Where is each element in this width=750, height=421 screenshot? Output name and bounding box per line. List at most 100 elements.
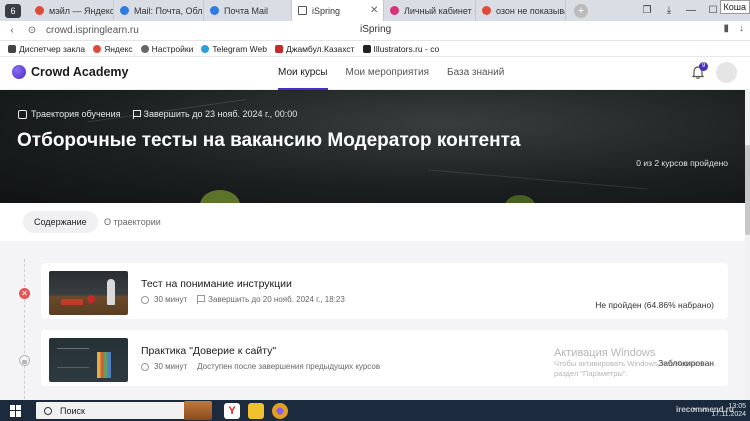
gear-icon bbox=[140, 44, 149, 53]
course-thumbnail bbox=[49, 338, 128, 382]
close-tab-icon[interactable]: ✕ bbox=[370, 5, 378, 16]
shield-icon[interactable]: ⊙ bbox=[24, 25, 40, 36]
content-tabs: Содержание О траектории bbox=[0, 203, 745, 241]
page-icon bbox=[298, 6, 307, 15]
bookmark-icon[interactable]: ▮ bbox=[723, 23, 729, 34]
course-thumbnail bbox=[49, 271, 128, 315]
browser-tab-active[interactable]: iSpring ✕ bbox=[292, 0, 384, 21]
tab-contents[interactable]: Содержание bbox=[23, 211, 98, 233]
ozon-icon bbox=[390, 6, 399, 15]
books-decoration bbox=[61, 299, 83, 305]
browser-tab[interactable]: мэйл — Яндекс: на bbox=[29, 0, 114, 21]
notification-badge: 9 bbox=[699, 62, 708, 71]
yandex-browser-icon[interactable]: Y bbox=[224, 402, 240, 419]
logo[interactable]: Crowd Academy bbox=[12, 65, 128, 79]
course-status: Не пройден (64.86% набрано) bbox=[595, 300, 714, 310]
mail-icon bbox=[210, 6, 219, 15]
browser-tab[interactable]: озон не показывает bbox=[476, 0, 566, 21]
windows-taskbar: Поиск Y ⌃ ◠ 13:05 17.11.2024 bbox=[0, 400, 750, 421]
page-title: Отборочные тесты на вакансию Модератор к… bbox=[17, 130, 521, 151]
apple-decoration bbox=[200, 190, 240, 203]
lock-icon bbox=[19, 355, 30, 366]
site-header: Crowd Academy Мои курсы Мои мероприятия … bbox=[0, 57, 750, 90]
yandex-icon bbox=[482, 6, 491, 15]
apple-decoration bbox=[87, 295, 95, 303]
tab-about-trajectory[interactable]: О траектории bbox=[104, 211, 161, 233]
bookmarks-manager-icon bbox=[8, 44, 16, 53]
page-scrollbar[interactable] bbox=[745, 90, 750, 400]
bookmark-item[interactable]: Telegram Web bbox=[201, 44, 267, 54]
bookmarks-bar: Диспетчер закла Яндекс Настройки Telegra… bbox=[0, 41, 750, 57]
tab-counter[interactable]: 6 bbox=[5, 3, 21, 18]
trajectory-label: Траектория обучения bbox=[31, 109, 121, 119]
telegram-icon bbox=[201, 44, 210, 53]
profile-tag[interactable]: Коша bbox=[719, 0, 750, 14]
bell-icon[interactable]: 9 bbox=[690, 62, 708, 81]
apple-decoration bbox=[505, 195, 535, 203]
flag-icon bbox=[197, 295, 206, 304]
yandex-icon bbox=[93, 44, 102, 53]
yandex-icon bbox=[35, 6, 44, 15]
tabs-icon[interactable]: ❐ bbox=[636, 5, 658, 16]
course-duration: 30 минут bbox=[154, 362, 188, 371]
download-icon[interactable]: ⤓ bbox=[658, 5, 680, 16]
pencils-decoration bbox=[97, 352, 111, 378]
bookmark-item[interactable]: Яндекс bbox=[93, 44, 133, 54]
scrollbar-thumb[interactable] bbox=[745, 145, 750, 235]
rocket-decoration bbox=[107, 279, 115, 305]
top-nav: Мои курсы Мои мероприятия База знаний bbox=[278, 57, 522, 90]
mail-icon bbox=[120, 6, 129, 15]
flag-icon bbox=[132, 109, 141, 119]
clock-icon bbox=[141, 295, 149, 304]
address-bar-row: ‹ ⊙ crowd.ispringlearn.ru iSpring ▮ ↓ bbox=[0, 21, 750, 41]
address-actions: ▮ ↓ bbox=[723, 23, 744, 34]
logo-icon bbox=[12, 65, 26, 79]
bookmark-item[interactable]: Диспетчер закла bbox=[8, 44, 85, 54]
browser-tab[interactable]: Личный кабинет - О bbox=[384, 0, 476, 21]
window-controls: ❐ ⤓ — ☐ bbox=[636, 0, 724, 21]
bookmark-item[interactable]: Джамбул.Казахст bbox=[275, 44, 355, 54]
course-availability: Доступен после завершения предыдущих кур… bbox=[197, 362, 381, 371]
course-meta: 30 минут Доступен после завершения преды… bbox=[141, 362, 380, 371]
nav-my-courses[interactable]: Мои курсы bbox=[278, 57, 328, 90]
clock-icon bbox=[141, 362, 149, 371]
address-url[interactable]: crowd.ispringlearn.ru bbox=[46, 25, 139, 36]
browser-tab[interactable]: Mail: Почта, Облако bbox=[114, 0, 204, 21]
course-title[interactable]: Практика "Доверие к сайту" bbox=[141, 345, 276, 357]
nav-my-events[interactable]: Мои мероприятия bbox=[346, 57, 430, 90]
chalk-decoration bbox=[57, 348, 89, 368]
minimize-icon[interactable]: — bbox=[680, 5, 702, 16]
download-arrow-icon[interactable]: ↓ bbox=[739, 23, 744, 34]
trajectory-icon bbox=[18, 109, 27, 119]
illustrators-icon bbox=[362, 44, 371, 53]
browser-tab-strip: 6 мэйл — Яндекс: на Mail: Почта, Облако … bbox=[0, 0, 750, 21]
course-title[interactable]: Тест на понимание инструкции bbox=[141, 278, 292, 290]
hero-banner: Траектория обучения Завершить до 23 нояб… bbox=[0, 90, 745, 203]
bookmark-item[interactable]: Настройки bbox=[140, 44, 193, 54]
news-icon bbox=[275, 44, 284, 53]
bookmark-item[interactable]: Illustrators.ru - со bbox=[362, 44, 439, 54]
failed-status-icon: ✕ bbox=[19, 288, 30, 299]
course-card[interactable]: Тест на понимание инструкции 30 минут За… bbox=[41, 263, 728, 319]
hero-meta: Траектория обучения Завершить до 23 нояб… bbox=[18, 109, 297, 119]
nav-knowledge-base[interactable]: База знаний bbox=[447, 57, 504, 90]
course-deadline: Завершить до 20 нояб. 2024 г., 18:23 bbox=[208, 295, 345, 304]
course-duration: 30 минут bbox=[154, 295, 188, 304]
page-title-label: iSpring bbox=[360, 24, 392, 35]
browser-tab[interactable]: Почта Mail bbox=[204, 0, 292, 21]
windows-activation-watermark: Активация Windows Чтобы активировать Win… bbox=[554, 347, 705, 378]
course-meta: 30 минут Завершить до 20 нояб. 2024 г., … bbox=[141, 295, 345, 304]
browser-app-icon[interactable] bbox=[272, 402, 288, 419]
deer-widget-icon[interactable] bbox=[184, 401, 212, 420]
search-icon bbox=[44, 406, 52, 415]
trajectory-progress: 0 из 2 курсов пройдено bbox=[636, 158, 728, 168]
timeline-line bbox=[24, 259, 25, 399]
back-icon[interactable]: ‹ bbox=[4, 25, 20, 36]
irecommend-watermark: irecommend.ru bbox=[676, 405, 734, 414]
file-explorer-icon[interactable] bbox=[248, 402, 264, 419]
hero-deadline: Завершить до 23 нояб. 2024 г., 00:00 bbox=[143, 109, 298, 119]
avatar[interactable] bbox=[716, 62, 737, 83]
windows-start-icon[interactable] bbox=[10, 404, 22, 417]
new-tab-button[interactable]: + bbox=[574, 3, 588, 18]
taskbar-search[interactable]: Поиск bbox=[36, 402, 186, 419]
